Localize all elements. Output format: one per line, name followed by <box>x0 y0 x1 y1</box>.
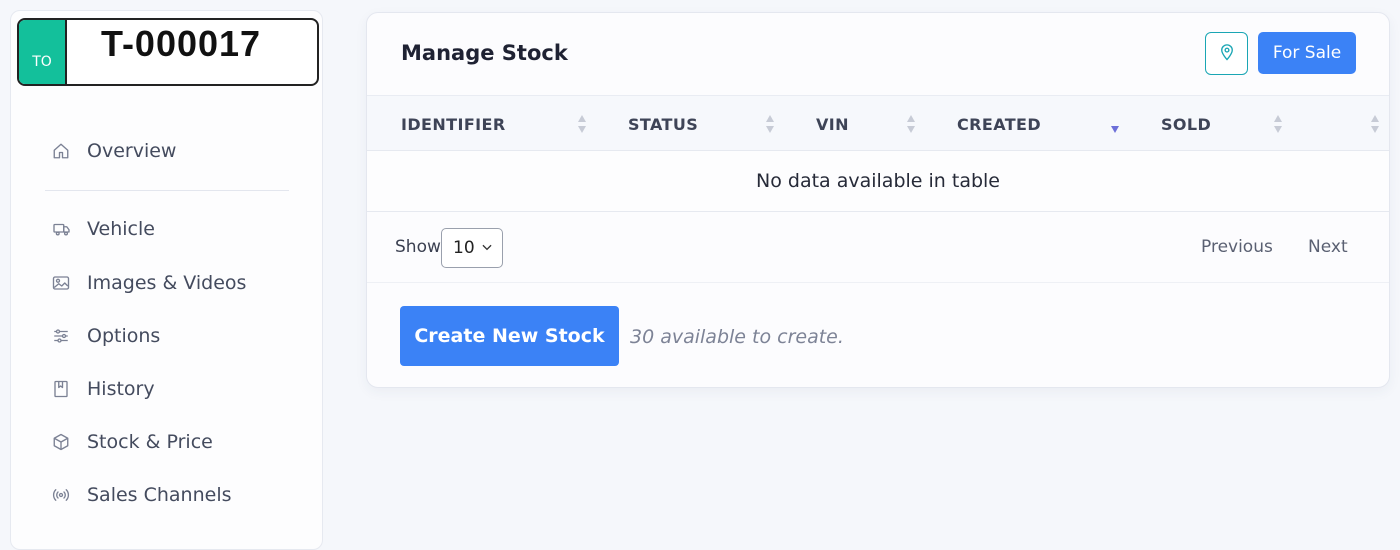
location-button[interactable] <box>1205 32 1248 75</box>
home-icon <box>51 141 71 161</box>
sidebar-item-images-videos[interactable]: Images & Videos <box>51 272 246 294</box>
plate-badge: TO <box>19 20 67 84</box>
sidebar: TO T-000017 Overview Vehicle Images & Vi… <box>10 10 323 550</box>
sidebar-item-label: Images & Videos <box>87 272 247 294</box>
map-pin-icon <box>1218 42 1236 66</box>
table-header: IDENTIFIER STATUS VIN CREATED SOLD <box>367 95 1389 151</box>
sidebar-item-label: Vehicle <box>87 218 155 240</box>
box-icon <box>51 432 71 452</box>
sidebar-item-sales-channels[interactable]: Sales Channels <box>51 484 232 506</box>
manage-stock-card: Manage Stock For Sale IDENTIFIER STATUS … <box>366 12 1390 388</box>
column-header-actions[interactable] <box>1327 96 1367 152</box>
sort-icon <box>578 115 586 133</box>
sort-icon <box>907 115 915 133</box>
column-header-created[interactable]: CREATED <box>957 96 1041 152</box>
chevron-down-icon <box>482 244 492 251</box>
table-empty-message: No data available in table <box>367 151 1389 212</box>
broadcast-icon <box>51 485 71 505</box>
column-header-identifier[interactable]: IDENTIFIER <box>401 96 506 152</box>
column-header-sold[interactable]: SOLD <box>1161 96 1211 152</box>
column-header-label: IDENTIFIER <box>401 114 506 134</box>
plate-number: T-000017 <box>100 23 262 64</box>
sliders-icon <box>51 326 71 346</box>
sidebar-item-label: Overview <box>87 140 177 162</box>
previous-page-button[interactable]: Previous <box>1201 237 1273 257</box>
truck-icon <box>51 219 71 239</box>
column-header-label: CREATED <box>957 114 1042 134</box>
image-icon <box>51 273 71 293</box>
sidebar-item-label: History <box>87 378 155 400</box>
page-size-select[interactable]: 10 <box>441 228 503 268</box>
show-label: Show <box>395 237 441 257</box>
registration-plate: TO T-000017 <box>17 18 319 86</box>
sort-icon <box>1274 115 1282 133</box>
sidebar-item-stock-price[interactable]: Stock & Price <box>51 431 213 453</box>
sort-descending-icon <box>1111 126 1119 133</box>
table-footer: Show 10 Previous Next <box>367 213 1389 283</box>
create-new-stock-button[interactable]: Create New Stock <box>400 306 619 366</box>
book-icon <box>51 379 71 399</box>
page-size-value: 10 <box>453 238 475 258</box>
sidebar-item-overview[interactable]: Overview <box>51 140 176 162</box>
sidebar-item-label: Options <box>87 325 161 347</box>
next-page-button[interactable]: Next <box>1308 237 1348 257</box>
for-sale-button[interactable]: For Sale <box>1258 32 1356 74</box>
column-header-label: VIN <box>816 114 849 134</box>
available-count-text: 30 available to create. <box>630 326 844 348</box>
sort-icon <box>1371 115 1379 133</box>
sort-icon <box>766 115 774 133</box>
sidebar-item-history[interactable]: History <box>51 378 155 400</box>
column-header-status[interactable]: STATUS <box>628 96 698 152</box>
sidebar-divider <box>45 190 289 191</box>
sidebar-item-label: Stock & Price <box>87 431 213 453</box>
column-header-label: STATUS <box>628 114 699 134</box>
sidebar-item-options[interactable]: Options <box>51 325 160 347</box>
column-header-vin[interactable]: VIN <box>816 96 849 152</box>
page-title: Manage Stock <box>401 41 568 65</box>
sidebar-item-vehicle[interactable]: Vehicle <box>51 218 155 240</box>
column-header-label: SOLD <box>1161 114 1212 134</box>
sidebar-item-label: Sales Channels <box>87 484 232 506</box>
